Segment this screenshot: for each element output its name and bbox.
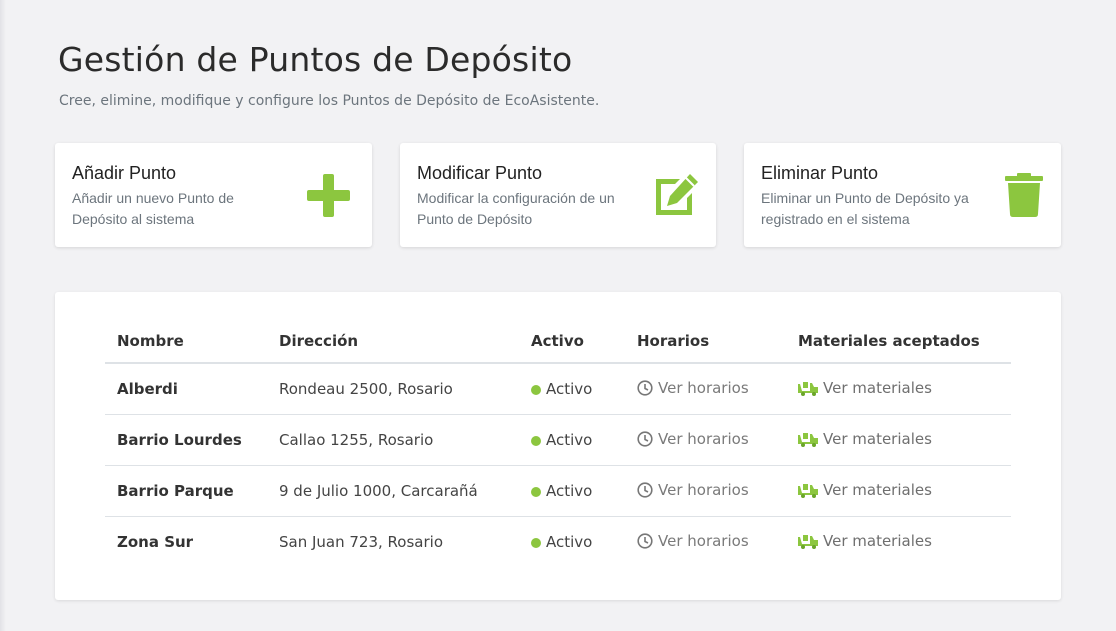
column-header-active: Activo — [519, 320, 625, 364]
points-table: Nombre Dirección Activo Horarios Materia… — [105, 320, 1011, 567]
status-cell: Activo — [519, 465, 625, 517]
modify-point-card[interactable]: Modificar Punto Modificar la configuraci… — [400, 143, 716, 247]
status-dot-icon — [531, 487, 541, 497]
status-cell: Activo — [519, 414, 625, 466]
recycle-truck-icon — [798, 431, 818, 451]
card-description: Eliminar un Punto de Depósito ya registr… — [761, 190, 969, 227]
materials-link-label: Ver materiales — [823, 531, 932, 550]
point-address: San Juan 723, Rosario — [279, 533, 443, 551]
plus-icon — [307, 174, 350, 221]
status-label: Activo — [546, 431, 593, 449]
status-dot-icon — [531, 538, 541, 548]
column-header-name: Nombre — [105, 320, 267, 364]
materials-link[interactable]: Ver materiales — [786, 517, 1011, 568]
page-title: Gestión de Puntos de Depósito — [58, 40, 573, 79]
status-dot-icon — [531, 385, 541, 395]
materials-link[interactable]: Ver materiales — [786, 363, 1011, 415]
edit-icon — [650, 173, 700, 220]
point-name: Zona Sur — [117, 533, 194, 551]
schedule-link-label: Ver horarios — [658, 531, 749, 550]
table-row: Barrio Parque 9 de Julio 1000, Carcarañá… — [105, 465, 1011, 517]
clock-icon — [637, 430, 653, 451]
status-cell: Activo — [519, 363, 625, 415]
card-description: Modificar la configuración de un Punto d… — [417, 190, 615, 227]
materials-link[interactable]: Ver materiales — [786, 465, 1011, 517]
recycle-truck-icon — [798, 482, 818, 502]
status-label: Activo — [546, 533, 593, 551]
clock-icon — [637, 481, 653, 502]
materials-link-label: Ver materiales — [823, 378, 932, 397]
table-row: Zona Sur San Juan 723, Rosario Activo Ve… — [105, 517, 1011, 568]
table-header-row: Nombre Dirección Activo Horarios Materia… — [105, 320, 1011, 364]
recycle-truck-icon — [798, 380, 818, 400]
page-edge — [0, 0, 6, 631]
schedule-link[interactable]: Ver horarios — [625, 465, 786, 517]
schedule-link-label: Ver horarios — [658, 480, 749, 499]
column-header-schedule: Horarios — [625, 320, 786, 364]
column-header-address: Dirección — [267, 320, 519, 364]
point-name: Alberdi — [105, 363, 267, 415]
status-label: Activo — [546, 380, 593, 398]
schedule-link[interactable]: Ver horarios — [625, 414, 786, 466]
point-address: Rondeau 2500, Rosario — [267, 363, 519, 415]
page-subtitle: Cree, elimine, modifique y configure los… — [59, 93, 600, 109]
trash-icon — [1005, 173, 1043, 221]
status-label: Activo — [546, 482, 593, 500]
table-row: Barrio Lourdes Callao 1255, Rosario Acti… — [105, 414, 1011, 466]
point-address: Callao 1255, Rosario — [267, 414, 519, 466]
status-dot-icon — [531, 436, 541, 446]
table-row: Alberdi Rondeau 2500, Rosario Activo Ver… — [105, 363, 1011, 415]
schedule-link[interactable]: Ver horarios — [625, 517, 786, 568]
schedule-link[interactable]: Ver horarios — [625, 363, 786, 415]
card-title: Añadir Punto — [72, 163, 177, 183]
materials-link[interactable]: Ver materiales — [786, 414, 1011, 466]
materials-link-label: Ver materiales — [823, 429, 932, 448]
recycle-truck-icon — [798, 533, 818, 553]
point-name: Barrio Parque — [105, 465, 267, 517]
schedule-link-label: Ver horarios — [658, 378, 749, 397]
point-address: 9 de Julio 1000, Carcarañá — [267, 465, 519, 517]
delete-point-card[interactable]: Eliminar Punto Eliminar un Punto de Depó… — [744, 143, 1061, 247]
clock-icon — [637, 379, 653, 400]
card-title: Modificar Punto — [417, 163, 543, 183]
column-header-materials: Materiales aceptados — [786, 320, 1011, 364]
status-cell: Activo — [519, 517, 625, 568]
card-title: Eliminar Punto — [761, 163, 879, 183]
point-name: Barrio Lourdes — [105, 414, 267, 466]
card-description: Añadir un nuevo Punto de Depósito al sis… — [72, 190, 234, 227]
materials-link-label: Ver materiales — [823, 480, 932, 499]
schedule-link-label: Ver horarios — [658, 429, 749, 448]
clock-icon — [637, 532, 653, 553]
points-table-panel: Nombre Dirección Activo Horarios Materia… — [55, 292, 1061, 600]
add-point-card[interactable]: Añadir Punto Añadir un nuevo Punto de De… — [55, 143, 372, 247]
